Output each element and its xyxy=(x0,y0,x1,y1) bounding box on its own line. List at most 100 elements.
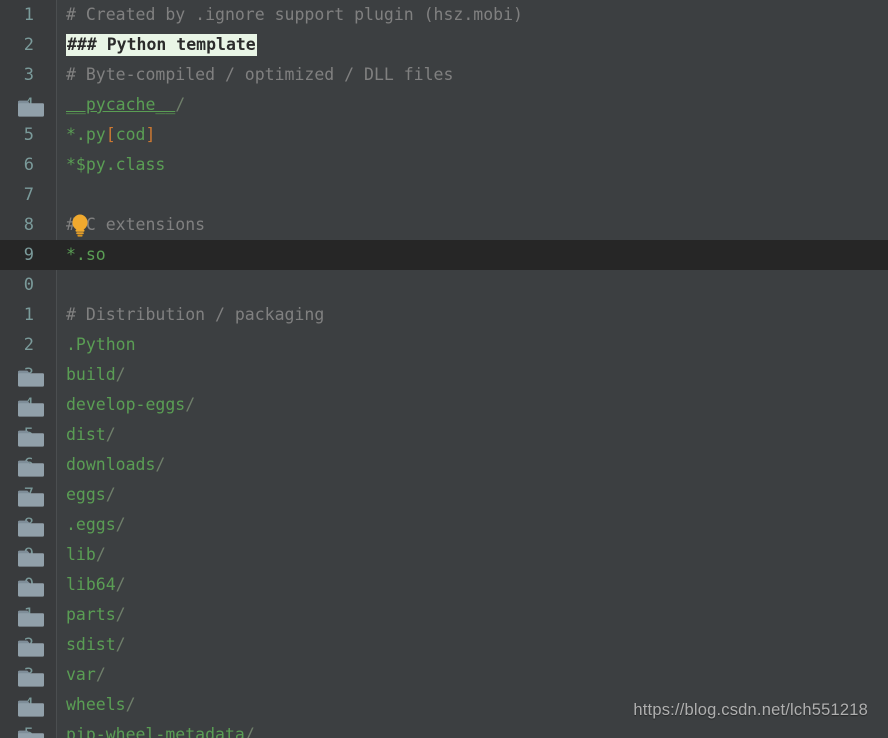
line-content[interactable]: .Python xyxy=(66,330,136,360)
editor-line[interactable]: 1 # Distribution / packaging xyxy=(0,300,888,330)
editor-line[interactable]: 5dist/ xyxy=(0,420,888,450)
editor-line[interactable]: 9lib/ xyxy=(0,540,888,570)
editor-lines[interactable]: 1 # Created by .ignore support plugin (hs… xyxy=(0,0,888,738)
folder-icon xyxy=(18,517,46,537)
code-token: sdist xyxy=(66,635,116,654)
folder-icon xyxy=(18,97,46,117)
line-content[interactable]: # Distribution / packaging xyxy=(66,300,324,330)
line-number: 9 xyxy=(0,240,34,270)
editor-line[interactable]: 3 # Byte-compiled / optimized / DLL files xyxy=(0,60,888,90)
line-number: 1 xyxy=(23,305,34,325)
line-number: 0 xyxy=(23,275,34,295)
folder-icon xyxy=(18,487,46,507)
code-token: # Created by .ignore support plugin (hsz… xyxy=(66,5,523,24)
editor-line[interactable]: 8 # C extensions xyxy=(0,210,888,240)
code-token: / xyxy=(105,425,116,444)
line-number: 1 xyxy=(23,5,34,25)
code-token: lib64 xyxy=(66,575,116,594)
line-content[interactable]: develop-eggs/ xyxy=(66,390,195,420)
code-token: # Byte-compiled / optimized / DLL files xyxy=(66,65,454,84)
editor-line[interactable]: 7 xyxy=(0,180,888,210)
code-token: wheels xyxy=(66,695,126,714)
code-token: cod xyxy=(115,125,146,144)
line-content[interactable]: lib64/ xyxy=(66,570,126,600)
line-content[interactable]: # Created by .ignore support plugin (hsz… xyxy=(66,0,523,30)
code-token: / xyxy=(95,665,106,684)
folder-icon xyxy=(18,667,46,687)
editor-line[interactable]: 1parts/ xyxy=(0,600,888,630)
editor-line[interactable]: 8.eggs/ xyxy=(0,510,888,540)
line-content[interactable]: __pycache__/ xyxy=(66,90,185,120)
code-token: / xyxy=(115,635,126,654)
code-token: / xyxy=(115,365,126,384)
code-token: / xyxy=(155,455,166,474)
code-editor[interactable]: 1 # Created by .ignore support plugin (hs… xyxy=(0,0,888,738)
editor-line[interactable]: 7eggs/ xyxy=(0,480,888,510)
code-token: *.py xyxy=(66,125,106,144)
code-token: .Python xyxy=(66,335,136,354)
editor-line[interactable]: 5 pip-wheel-metadata/ xyxy=(0,720,888,738)
folder-icon xyxy=(18,727,46,738)
editor-line[interactable]: 6 *$py.class xyxy=(0,150,888,180)
line-content[interactable]: sdist/ xyxy=(66,630,126,660)
line-content[interactable]: *.so xyxy=(66,240,106,270)
line-content[interactable]: wheels/ xyxy=(66,690,136,720)
watermark-text: https://blog.csdn.net/lch551218 xyxy=(633,701,868,719)
editor-line[interactable]: 2sdist/ xyxy=(0,630,888,660)
code-token: parts xyxy=(66,605,116,624)
line-content[interactable]: lib/ xyxy=(66,540,106,570)
line-content[interactable]: *$py.class xyxy=(66,150,165,180)
code-token: __pycache__ xyxy=(66,95,176,114)
lightbulb-intention-icon[interactable] xyxy=(69,213,91,237)
code-token: .eggs xyxy=(66,515,116,534)
line-content[interactable]: # Byte-compiled / optimized / DLL files xyxy=(66,60,453,90)
code-token: / xyxy=(125,695,136,714)
editor-line[interactable]: 0lib64/ xyxy=(0,570,888,600)
line-number: 6 xyxy=(23,155,34,175)
line-content[interactable]: *.py[cod] xyxy=(66,120,155,150)
code-token: / xyxy=(115,575,126,594)
code-token: / xyxy=(115,605,126,624)
editor-line[interactable]: 9 *.so xyxy=(0,240,888,270)
folder-icon xyxy=(18,697,46,717)
line-content[interactable]: downloads/ xyxy=(66,450,165,480)
line-content[interactable]: dist/ xyxy=(66,420,116,450)
line-content[interactable]: pip-wheel-metadata/ xyxy=(66,720,255,738)
folder-icon xyxy=(18,547,46,567)
code-token: / xyxy=(115,515,126,534)
code-token: lib xyxy=(66,545,96,564)
editor-line[interactable]: 6downloads/ xyxy=(0,450,888,480)
code-token: ] xyxy=(145,125,156,144)
line-content[interactable]: ### Python template xyxy=(66,30,257,60)
code-token: / xyxy=(185,395,196,414)
code-token: var xyxy=(66,665,96,684)
folder-icon xyxy=(18,607,46,627)
line-content[interactable]: .eggs/ xyxy=(66,510,126,540)
code-token: pip-wheel-metadata xyxy=(66,725,245,738)
editor-line[interactable]: 3build/ xyxy=(0,360,888,390)
editor-line[interactable]: 0 xyxy=(0,270,888,300)
code-token: dist xyxy=(66,425,106,444)
line-number: 2 xyxy=(23,335,34,355)
code-token: build xyxy=(66,365,116,384)
line-content[interactable]: eggs/ xyxy=(66,480,116,510)
folder-icon xyxy=(18,637,46,657)
code-token: ### Python template xyxy=(66,34,257,56)
code-token: *.so xyxy=(66,245,106,264)
editor-line[interactable]: 4__pycache__/ xyxy=(0,90,888,120)
editor-line[interactable]: 3var/ xyxy=(0,660,888,690)
editor-line[interactable]: 4develop-eggs/ xyxy=(0,390,888,420)
folder-icon xyxy=(18,397,46,417)
line-number: 2 xyxy=(23,35,34,55)
line-number: 5 xyxy=(23,125,34,145)
editor-line[interactable]: 1 # Created by .ignore support plugin (hs… xyxy=(0,0,888,30)
editor-line[interactable]: 2 ### Python template xyxy=(0,30,888,60)
code-token: downloads xyxy=(66,455,156,474)
code-token: develop-eggs xyxy=(66,395,186,414)
line-content[interactable]: parts/ xyxy=(66,600,126,630)
editor-line[interactable]: 2 .Python xyxy=(0,330,888,360)
line-content[interactable]: var/ xyxy=(66,660,106,690)
editor-line[interactable]: 5 *.py[cod] xyxy=(0,120,888,150)
line-content[interactable]: build/ xyxy=(66,360,126,390)
code-token: / xyxy=(175,95,186,114)
